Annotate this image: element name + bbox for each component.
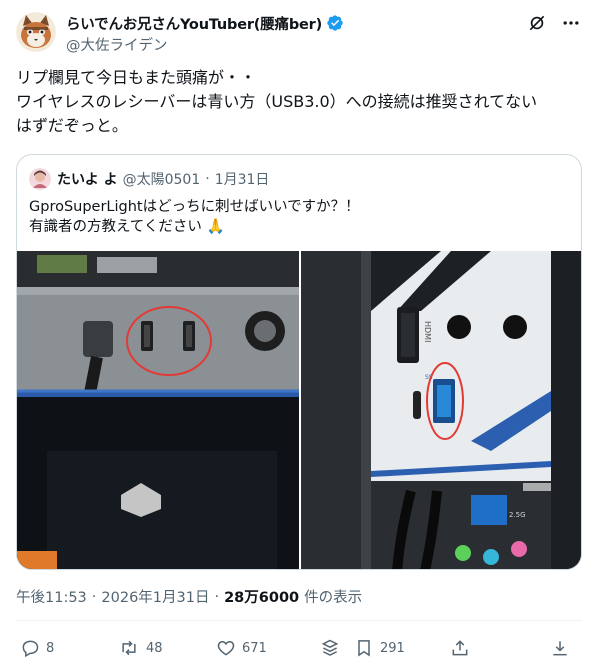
action-bar: 8 48 671 291 bbox=[20, 636, 580, 660]
bookmark-button[interactable]: 291 bbox=[354, 638, 450, 658]
bookmark-count: 291 bbox=[380, 640, 405, 656]
share-button[interactable] bbox=[450, 638, 550, 658]
author-names: らいでんお兄さんYouTuber(腰痛ber) @大佐ライデン bbox=[66, 13, 344, 55]
download-button[interactable] bbox=[550, 638, 574, 658]
lan-label: 2.5G bbox=[509, 511, 526, 519]
quoted-date: 1月31日 bbox=[214, 172, 270, 188]
quoted-text: GproSuperLightはどっちに刺せばいいですか？！ 有識者の方教えてくだ… bbox=[29, 199, 360, 235]
quoted-separator: · bbox=[205, 171, 210, 187]
quoted-images: HDMI SS 2.5G bbox=[17, 251, 581, 569]
stack-icon bbox=[321, 639, 339, 656]
author-display-name[interactable]: らいでんお兄さんYouTuber(腰痛ber) bbox=[66, 13, 322, 34]
post-time[interactable]: 午後11:53 bbox=[16, 586, 87, 607]
meta-separator: · bbox=[214, 588, 220, 605]
repost-count: 48 bbox=[146, 640, 163, 656]
post-date[interactable]: 2026年1月31日 bbox=[101, 586, 209, 607]
post-article: らいでんお兄さんYouTuber(腰痛ber) @大佐ライデン リプ欄見て今日も… bbox=[0, 0, 598, 672]
pc-front-usb-ports-photo[interactable] bbox=[17, 251, 299, 569]
quoted-author-avatar bbox=[29, 168, 51, 190]
grok-icon[interactable] bbox=[526, 12, 548, 34]
divider bbox=[16, 620, 582, 621]
author-handle[interactable]: @大佐ライデン bbox=[66, 34, 344, 55]
quoted-handle: @太陽0501 bbox=[122, 172, 201, 188]
heart-icon bbox=[217, 640, 235, 656]
views-count: 28万6000 bbox=[224, 590, 300, 606]
verified-badge-icon bbox=[327, 15, 343, 31]
grok-analyze-button[interactable] bbox=[320, 638, 354, 658]
download-icon bbox=[553, 641, 567, 656]
like-count: 671 bbox=[242, 640, 267, 656]
reply-count: 8 bbox=[46, 640, 55, 656]
post-header: らいでんお兄さんYouTuber(腰痛ber) @大佐ライデン bbox=[16, 12, 582, 56]
quoted-header: たいよ よ @太陽0501 · 1月31日 bbox=[29, 168, 269, 190]
meta-separator: · bbox=[91, 588, 97, 605]
bookmark-icon bbox=[358, 640, 370, 657]
author-avatar[interactable] bbox=[16, 12, 56, 52]
views-label: 件の表示 bbox=[304, 590, 363, 606]
share-icon bbox=[452, 640, 468, 656]
motherboard-rear-io-photo[interactable]: HDMI SS 2.5G bbox=[301, 251, 581, 569]
repost-icon bbox=[122, 640, 136, 656]
post-meta: 午後11:53 · 2026年1月31日 · 28万6000 件の表示 bbox=[16, 586, 362, 607]
reply-button[interactable]: 8 bbox=[20, 638, 118, 658]
quoted-display-name: たいよ よ bbox=[57, 172, 118, 188]
like-button[interactable]: 671 bbox=[216, 638, 320, 658]
post-text: リプ欄見て今日もまた頭痛が・・ ワイヤレスのレシーバーは青い方（USB3.0）へ… bbox=[16, 68, 538, 135]
more-icon[interactable] bbox=[560, 12, 582, 34]
hdmi-label: HDMI bbox=[423, 321, 432, 342]
repost-button[interactable]: 48 bbox=[118, 638, 216, 658]
reply-icon bbox=[22, 640, 39, 658]
quoted-post[interactable]: たいよ よ @太陽0501 · 1月31日 GproSuperLightはどっち… bbox=[16, 154, 582, 570]
header-actions bbox=[526, 12, 582, 34]
